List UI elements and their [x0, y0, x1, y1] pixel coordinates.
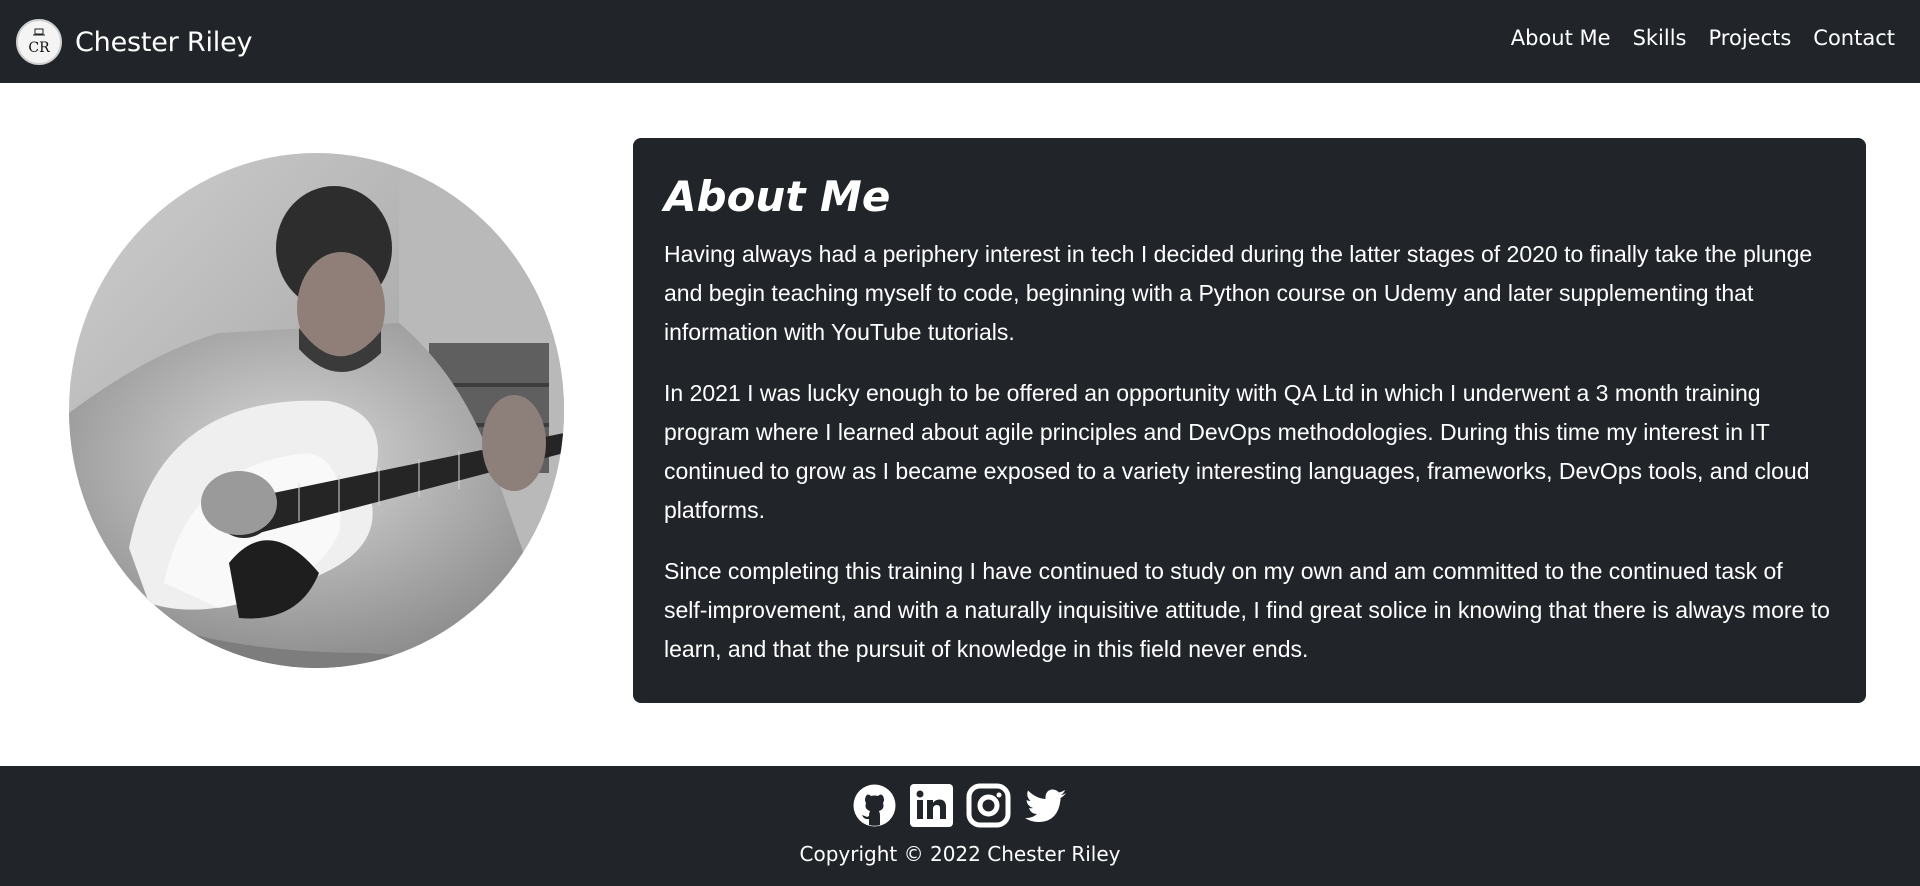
main-nav: About Me Skills Projects Contact — [1511, 26, 1895, 50]
instagram-icon[interactable] — [966, 783, 1011, 828]
brand-link[interactable]: CR Chester Riley — [16, 18, 252, 66]
svg-text:CR: CR — [28, 40, 50, 56]
about-card: About Me Having always had a periphery i… — [633, 138, 1866, 703]
about-title: About Me — [664, 172, 891, 221]
twitter-icon[interactable] — [1023, 783, 1068, 828]
logo-icon: CR — [16, 19, 62, 65]
about-paragraph-2: In 2021 I was lucky enough to be offered… — [664, 380, 1810, 523]
about-section: About Me Having always had a periphery i… — [0, 83, 1920, 766]
nav-projects[interactable]: Projects — [1709, 26, 1792, 50]
profile-photo — [69, 153, 564, 668]
copyright-text: Copyright © 2022 Chester Riley — [799, 842, 1121, 866]
about-paragraph-3: Since completing this training I have co… — [664, 558, 1830, 662]
nav-contact[interactable]: Contact — [1813, 26, 1895, 50]
top-navbar: CR Chester Riley About Me Skills Project… — [0, 0, 1920, 83]
brand-name: Chester Riley — [75, 26, 253, 58]
social-links — [852, 783, 1068, 828]
linkedin-icon[interactable] — [909, 783, 954, 828]
nav-skills[interactable]: Skills — [1633, 26, 1687, 50]
about-paragraph-1: Having always had a periphery interest i… — [664, 241, 1813, 345]
nav-about-me[interactable]: About Me — [1511, 26, 1611, 50]
site-footer: Copyright © 2022 Chester Riley — [0, 766, 1920, 886]
github-icon[interactable] — [852, 783, 897, 828]
